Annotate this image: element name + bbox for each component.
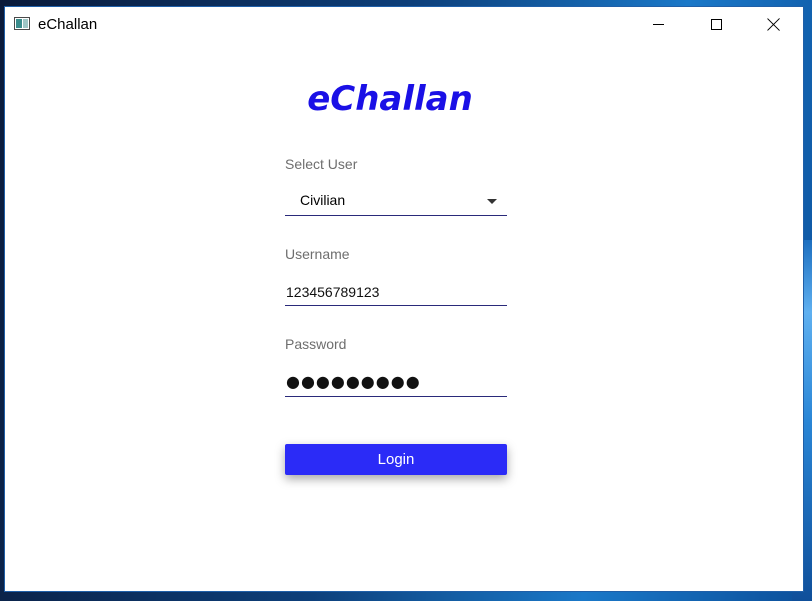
login-button[interactable]: Login (285, 444, 507, 475)
window-title: eChallan (38, 16, 98, 33)
username-field (285, 278, 507, 306)
app-heading: eChallan (307, 79, 473, 119)
close-icon (767, 17, 781, 31)
minimize-icon (652, 23, 664, 25)
select-user-label: Select User (285, 156, 358, 172)
select-user-dropdown[interactable]: Civilian (285, 188, 507, 216)
maximize-button[interactable] (687, 7, 745, 41)
app-window: eChallan eChallan Select User Civilian U… (4, 6, 804, 592)
password-input[interactable]: ●●●●●●●●● (286, 372, 421, 391)
app-window-icon (14, 17, 30, 30)
maximize-icon (710, 18, 722, 30)
close-button[interactable] (745, 7, 803, 41)
title-bar: eChallan (5, 7, 803, 41)
password-field[interactable]: ●●●●●●●●● (285, 369, 507, 397)
select-user-value: Civilian (300, 192, 346, 208)
username-input[interactable] (285, 278, 507, 305)
password-label: Password (285, 336, 347, 352)
chevron-down-icon (487, 199, 497, 204)
username-label: Username (285, 246, 350, 262)
minimize-button[interactable] (629, 7, 687, 41)
